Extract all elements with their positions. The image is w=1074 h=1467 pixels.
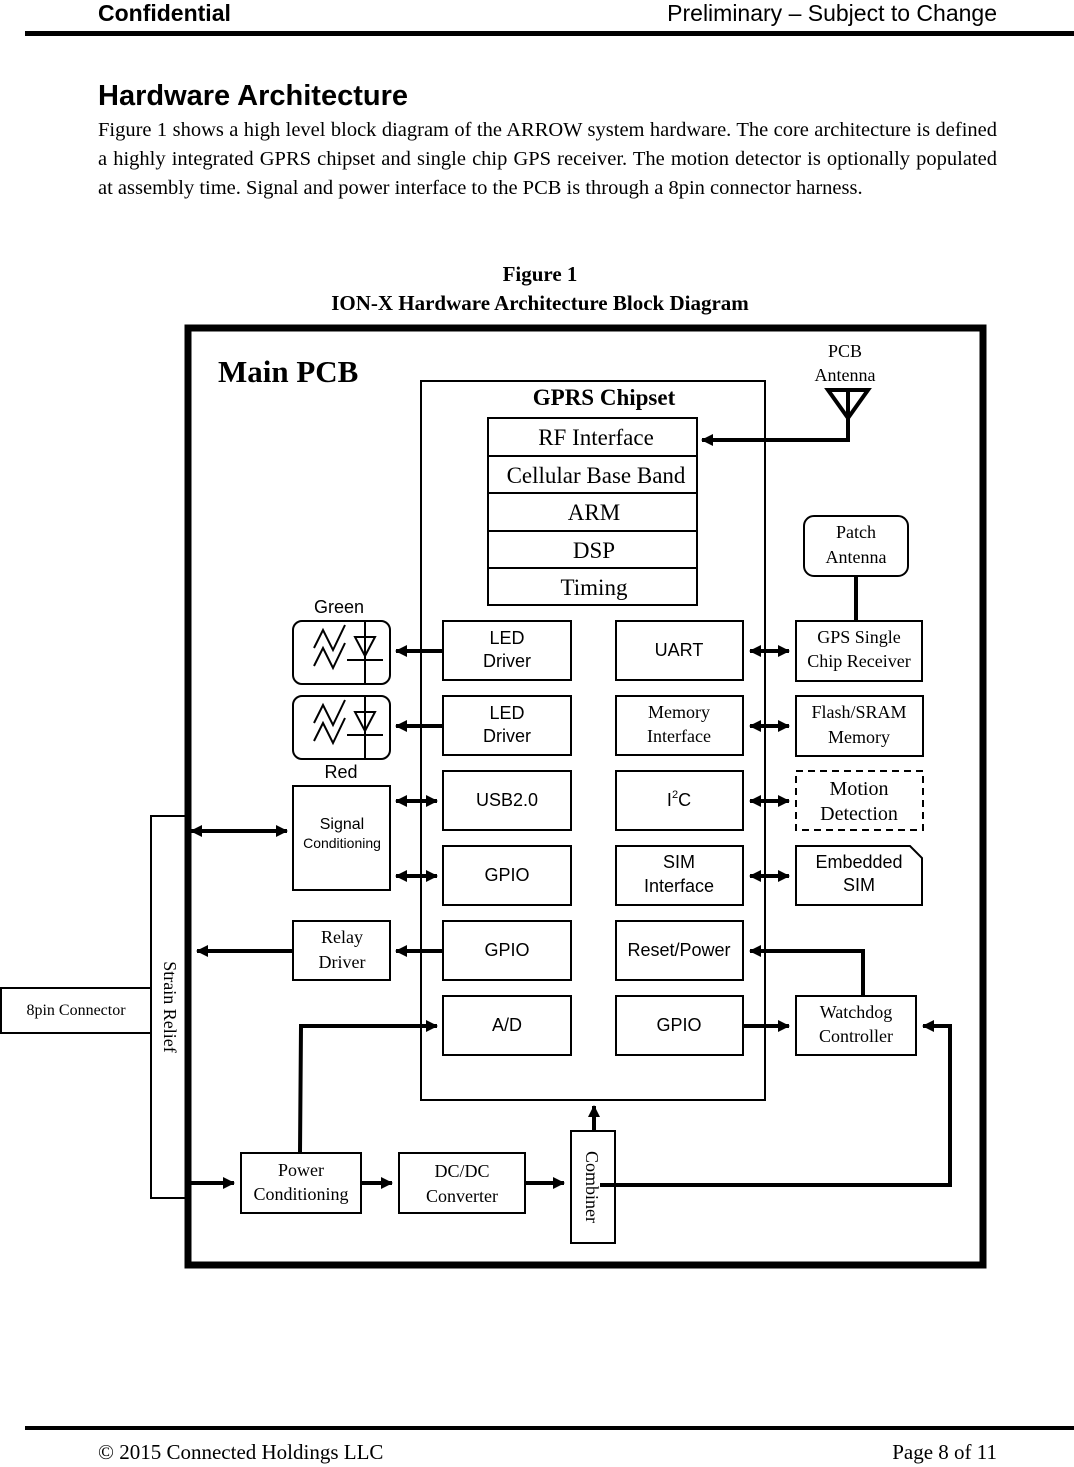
flash-sram-label-1: Flash/SRAM bbox=[811, 702, 906, 722]
strain-relief-label: Strain Relief bbox=[160, 961, 180, 1052]
adc-label: A/D bbox=[492, 1015, 522, 1035]
gpio-2-label: GPIO bbox=[484, 940, 529, 960]
usb-label: USB2.0 bbox=[476, 790, 538, 810]
i2c-label: I2C bbox=[667, 789, 691, 810]
combiner-label: Combiner bbox=[582, 1151, 602, 1223]
gprs-chipset-box bbox=[420, 380, 766, 1101]
antenna-to-rf-line bbox=[701, 418, 850, 446]
motion-detection-label-2: Detection bbox=[820, 803, 898, 825]
watchdog-label-1: Watchdog bbox=[820, 1002, 893, 1022]
footer-copyright: © 2015 Connected Holdings LLC bbox=[98, 1440, 384, 1464]
red-led-label: Red bbox=[324, 762, 357, 782]
gps-receiver-label-1: GPS Single bbox=[817, 627, 901, 647]
patch-antenna-label-2: Antenna bbox=[826, 547, 887, 567]
gps-receiver-label-2: Chip Receiver bbox=[807, 651, 910, 671]
stack-timing-label: Timing bbox=[561, 575, 628, 600]
reset-power-label: Reset/Power bbox=[627, 940, 730, 960]
embedded-sim-label-1: Embedded bbox=[815, 852, 902, 872]
sim-interface-label-1: SIM bbox=[663, 852, 695, 872]
stack-rf-interface-label: RF Interface bbox=[538, 425, 654, 450]
relay-driver-label-2: Driver bbox=[319, 952, 366, 972]
power-conditioning-label-2: Conditioning bbox=[253, 1184, 348, 1204]
stack-dsp-label: DSP bbox=[573, 538, 615, 563]
left-links bbox=[190, 645, 600, 1189]
motion-detection-label-1: Motion bbox=[830, 778, 889, 800]
led-driver-2-label-2: Driver bbox=[483, 726, 531, 746]
embedded-sim-label-2: SIM bbox=[843, 875, 875, 895]
gpio-1-label: GPIO bbox=[484, 865, 529, 885]
gprs-chipset-title: GPRS Chipset bbox=[533, 385, 676, 410]
flash-sram-label-2: Memory bbox=[828, 727, 890, 747]
watchdog-label-2: Controller bbox=[819, 1026, 893, 1046]
antenna-icon bbox=[824, 388, 872, 422]
main-pcb-label: Main PCB bbox=[218, 354, 358, 389]
stack-cellular-base-band-label: Cellular Base Band bbox=[507, 463, 686, 488]
patch-antenna-label-1: Patch bbox=[836, 522, 876, 542]
relay-driver-label-1: Relay bbox=[321, 927, 363, 947]
sim-interface-label-2: Interface bbox=[644, 876, 714, 896]
led-driver-1-label-2: Driver bbox=[483, 651, 531, 671]
signal-conditioning-label-2: Conditioning bbox=[303, 835, 381, 851]
connector-label: 8pin Connector bbox=[26, 1002, 126, 1019]
memory-interface-label-2: Interface bbox=[647, 726, 711, 746]
dcdc-label-1: DC/DC bbox=[434, 1161, 489, 1181]
signal-conditioning-label-1: Signal bbox=[320, 816, 364, 833]
dcdc-label-2: Converter bbox=[426, 1186, 498, 1206]
footer-page-number: Page 8 of 11 bbox=[892, 1440, 997, 1464]
footer-rule bbox=[25, 1426, 1074, 1430]
green-led-icon bbox=[292, 620, 391, 685]
chipset-left-column: LED Driver LED Driver USB2.0 GPIO GPIO A… bbox=[442, 620, 572, 1056]
memory-interface-label-1: Memory bbox=[648, 702, 710, 722]
red-led-icon bbox=[292, 695, 391, 760]
pcb-antenna-label-2: Antenna bbox=[815, 365, 876, 385]
stack-arm-label: ARM bbox=[568, 500, 620, 525]
gpio-3-label: GPIO bbox=[656, 1015, 701, 1035]
green-led-label: Green bbox=[314, 597, 364, 617]
peripherals: GPS Single Chip Receiver Flash/SRAM Memo… bbox=[795, 620, 924, 1056]
block-diagram: Main PCB GPRS Chipset RF Interface Cellu… bbox=[0, 324, 987, 1269]
pcb-antenna-label-1: PCB bbox=[828, 341, 862, 361]
chipset-right-column: UART Memory Interface I2C SIM Interface … bbox=[615, 620, 744, 1056]
power-conditioning-label-1: Power bbox=[278, 1160, 324, 1180]
led-driver-2-label-1: LED bbox=[489, 703, 524, 723]
uart-label: UART bbox=[655, 640, 704, 660]
led-driver-1-label-1: LED bbox=[489, 628, 524, 648]
chipset-stack: RF Interface Cellular Base Band ARM DSP … bbox=[487, 417, 698, 606]
